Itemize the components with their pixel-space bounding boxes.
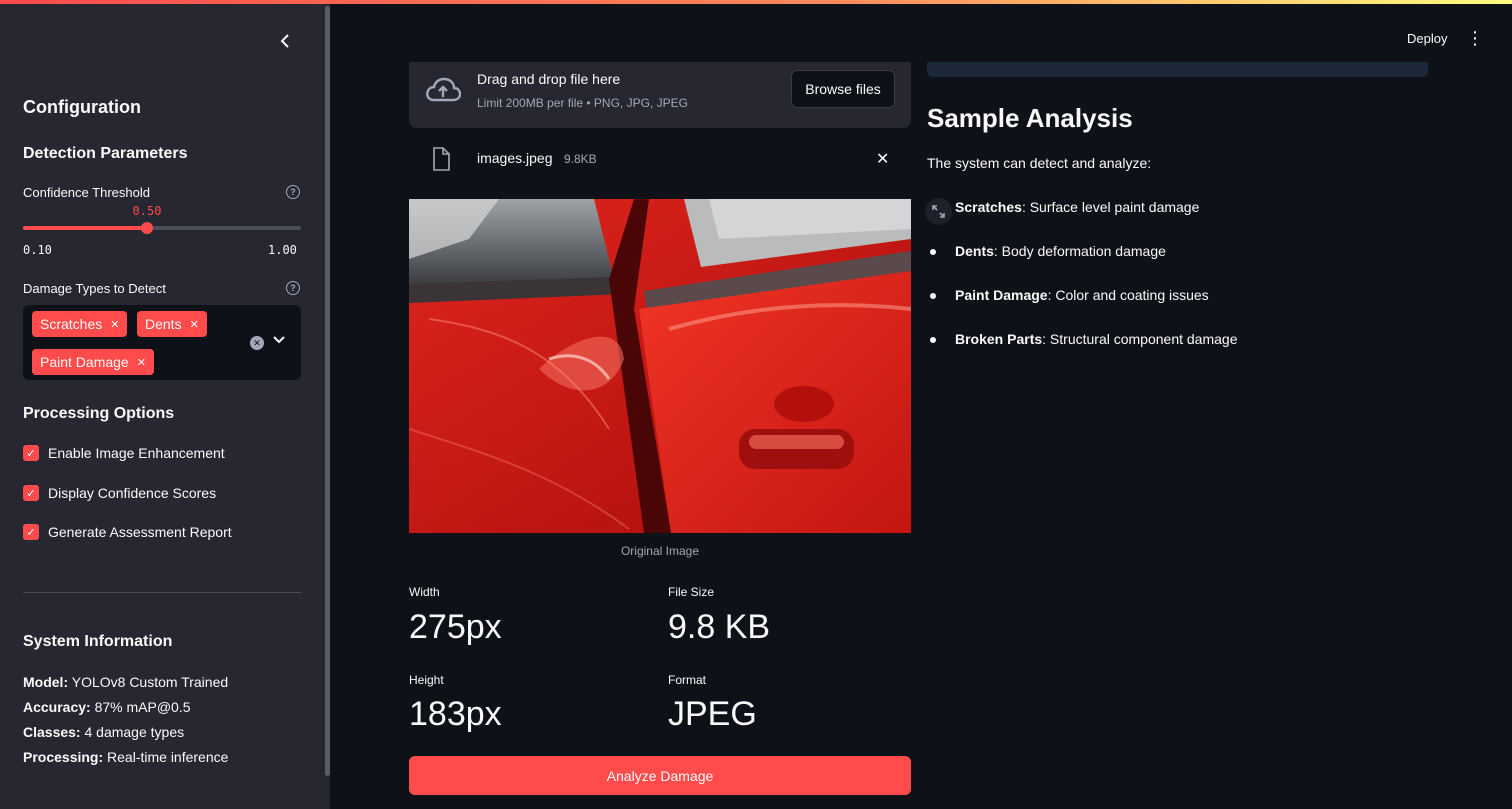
browse-files-button[interactable]: Browse files bbox=[791, 70, 895, 108]
system-info-model: Model: YOLOv8 Custom Trained bbox=[23, 674, 229, 690]
file-icon bbox=[433, 147, 450, 171]
metric-width-value: 275px bbox=[409, 608, 502, 646]
top-decoration-bar bbox=[0, 0, 1512, 4]
fullscreen-expand-icon[interactable] bbox=[925, 198, 952, 225]
uploaded-file-name: images.jpeg bbox=[477, 150, 553, 166]
remove-file-icon[interactable]: ✕ bbox=[876, 149, 889, 169]
enhancement-checkbox[interactable]: ✓ bbox=[23, 445, 39, 461]
damage-types-multiselect[interactable]: Scratches ✕ Dents ✕ Paint Damage ✕ ✕ bbox=[23, 305, 301, 380]
collapse-sidebar-button[interactable] bbox=[274, 30, 296, 52]
sample-analysis-title: Sample Analysis bbox=[927, 103, 1133, 133]
confidence-scores-checkbox[interactable]: ✓ bbox=[23, 485, 39, 501]
help-icon[interactable]: ? bbox=[286, 281, 300, 295]
assessment-report-checkbox[interactable]: ✓ bbox=[23, 524, 39, 540]
sample-analysis-intro: The system can detect and analyze: bbox=[927, 155, 1152, 171]
chevron-down-icon[interactable] bbox=[273, 333, 285, 347]
sample-item-broken-parts: Broken Parts: Structural component damag… bbox=[955, 331, 1238, 347]
metric-format-value: JPEG bbox=[668, 695, 757, 733]
tag-label: Paint Damage bbox=[40, 354, 129, 370]
info-box-bottom bbox=[927, 62, 1428, 77]
remove-tag-icon[interactable]: ✕ bbox=[137, 356, 146, 369]
metric-height-label: Height bbox=[409, 673, 444, 687]
detection-parameters-heading: Detection Parameters bbox=[23, 145, 188, 162]
uploaded-file-size: 9.8KB bbox=[564, 152, 597, 166]
slider-fill bbox=[23, 226, 147, 230]
sample-item-scratches: Scratches: Surface level paint damage bbox=[955, 199, 1200, 215]
assessment-report-label[interactable]: Generate Assessment Report bbox=[48, 524, 232, 540]
remove-tag-icon[interactable]: ✕ bbox=[110, 318, 119, 331]
image-caption: Original Image bbox=[620, 544, 700, 558]
metric-format-label: Format bbox=[668, 673, 707, 687]
tag-paint-damage[interactable]: Paint Damage ✕ bbox=[32, 349, 154, 375]
clear-all-icon[interactable]: ✕ bbox=[250, 336, 264, 350]
enhancement-label[interactable]: Enable Image Enhancement bbox=[48, 445, 225, 461]
analyze-damage-button[interactable]: Analyze Damage bbox=[409, 756, 911, 795]
metric-filesize-label: File Size bbox=[668, 585, 715, 599]
sidebar: Configuration Detection Parameters Confi… bbox=[0, 0, 330, 809]
file-dropzone[interactable]: Drag and drop file here Limit 200MB per … bbox=[409, 62, 911, 128]
car-damage-image bbox=[409, 199, 911, 533]
confidence-scores-label[interactable]: Display Confidence Scores bbox=[48, 485, 216, 501]
deploy-button[interactable]: Deploy bbox=[1407, 31, 1447, 46]
damage-types-label: Damage Types to Detect bbox=[23, 281, 166, 296]
slider-min-label: 0.10 bbox=[23, 243, 52, 257]
dropzone-subtitle: Limit 200MB per file • PNG, JPG, JPEG bbox=[477, 96, 688, 110]
tag-dents[interactable]: Dents ✕ bbox=[137, 311, 207, 337]
bullet bbox=[930, 249, 936, 255]
dropzone-title: Drag and drop file here bbox=[477, 71, 621, 87]
remove-tag-icon[interactable]: ✕ bbox=[190, 318, 199, 331]
sidebar-scrollbar[interactable] bbox=[325, 6, 330, 776]
system-info-processing: Processing: Real-time inference bbox=[23, 749, 229, 765]
sidebar-divider bbox=[23, 592, 301, 593]
confidence-threshold-label: Confidence Threshold bbox=[23, 185, 150, 200]
processing-options-heading: Processing Options bbox=[23, 405, 175, 422]
tag-label: Scratches bbox=[40, 316, 103, 332]
confidence-value: 0.50 bbox=[132, 204, 162, 218]
help-icon[interactable]: ? bbox=[286, 185, 300, 199]
bullet bbox=[930, 293, 936, 299]
chevron-left-icon bbox=[280, 34, 289, 48]
bullet bbox=[930, 337, 936, 343]
sidebar-title: Configuration bbox=[23, 97, 141, 117]
metric-filesize-value: 9.8 KB bbox=[668, 608, 771, 646]
kebab-menu-icon[interactable]: ⋮ bbox=[1466, 28, 1484, 48]
metric-width-label: Width bbox=[409, 585, 440, 599]
sample-item-paint-damage: Paint Damage: Color and coating issues bbox=[955, 287, 1209, 303]
slider-thumb[interactable] bbox=[141, 222, 153, 234]
confidence-slider[interactable] bbox=[23, 222, 301, 234]
system-information-heading: System Information bbox=[23, 633, 173, 650]
tag-label: Dents bbox=[145, 316, 182, 332]
system-info-accuracy: Accuracy: 87% mAP@0.5 bbox=[23, 699, 191, 715]
system-info-classes: Classes: 4 damage types bbox=[23, 724, 185, 740]
tag-scratches[interactable]: Scratches ✕ bbox=[32, 311, 128, 337]
sample-item-dents: Dents: Body deformation damage bbox=[955, 243, 1166, 259]
cloud-upload-icon bbox=[426, 77, 461, 102]
slider-max-label: 1.00 bbox=[268, 243, 297, 257]
metric-height-value: 183px bbox=[409, 695, 502, 733]
